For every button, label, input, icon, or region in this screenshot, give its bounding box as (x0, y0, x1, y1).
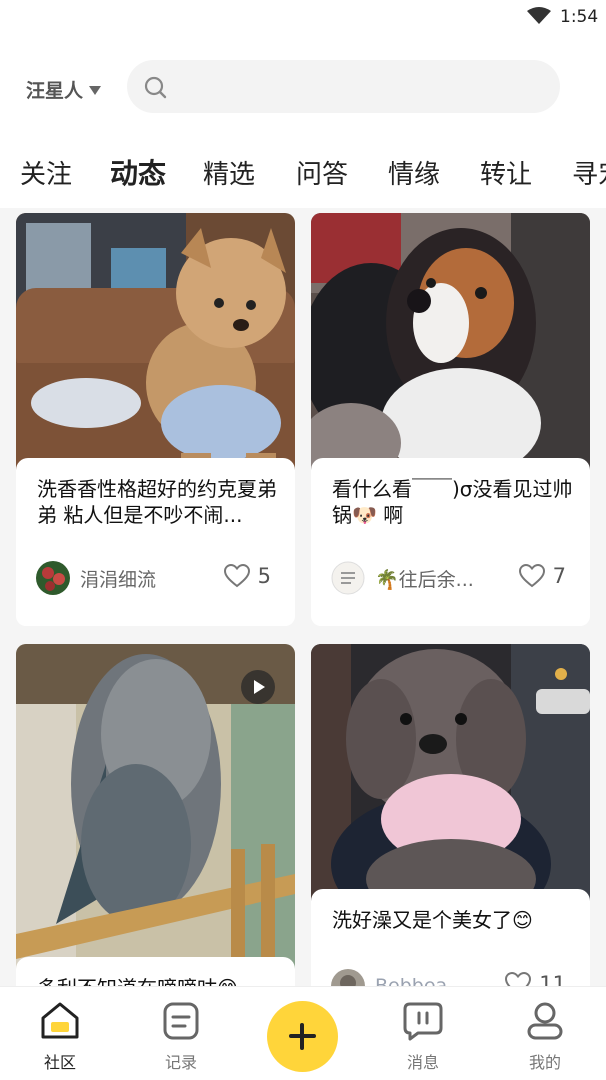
post-photo[interactable] (16, 213, 295, 473)
app-screen: 1:54 汪星人 关注 动态 精选 问答 情缘 转让 寻宠 (0, 0, 606, 1080)
post-card[interactable]: 看什么看￣￣)σ没看见过帅锅🐶 啊 🌴往后余... 7 (311, 213, 590, 626)
header: 汪星人 (0, 58, 606, 116)
post-caption: 看什么看￣￣)σ没看见过帅锅🐶 啊 (332, 477, 573, 527)
post-caption: 洗好澡又是个美女了😊 (332, 908, 533, 932)
like-button[interactable]: 5 (223, 564, 271, 588)
post-author[interactable]: 涓涓细流 (36, 561, 156, 595)
tab-qa[interactable]: 问答 (296, 154, 348, 191)
status-time: 1:54 (560, 7, 599, 27)
nav-label: 我的 (528, 1053, 561, 1072)
like-count: 5 (257, 564, 271, 588)
post-card[interactable]: 多利不知道在嘀嘀咕😊 (16, 644, 295, 988)
nav-community[interactable]: 社区 (20, 1001, 100, 1073)
add-post-button[interactable] (267, 1001, 338, 1072)
nav-label: 记录 (164, 1053, 197, 1072)
status-bar: 1:54 (0, 0, 606, 34)
search-icon (144, 76, 167, 99)
avatar[interactable] (36, 561, 70, 595)
heart-icon (518, 564, 545, 588)
post-card[interactable]: 洗香香性格超好的约克夏弟弟 粘人但是不吵不闹... 涓涓细流 5 (16, 213, 295, 626)
record-icon (163, 1002, 199, 1040)
tab-transfer[interactable]: 转让 (480, 154, 532, 191)
post-card[interactable]: 洗好澡又是个美女了😊 Bebbea 11 (311, 644, 590, 988)
heart-icon (223, 564, 250, 588)
category-selector[interactable]: 汪星人 (26, 76, 102, 103)
category-tabs: 关注 动态 精选 问答 情缘 转让 寻宠 (0, 150, 606, 196)
message-icon (403, 1002, 443, 1041)
post-photo[interactable] (311, 213, 590, 473)
post-photo[interactable] (311, 644, 590, 914)
tab-lost-pet[interactable]: 寻宠 (572, 154, 606, 191)
nav-messages[interactable]: 消息 (383, 1001, 463, 1073)
nav-profile[interactable]: 我的 (505, 1001, 585, 1073)
post-body: 多利不知道在嘀嘀咕😊 (16, 957, 295, 988)
post-author[interactable]: 🌴往后余... (331, 561, 474, 595)
search-input[interactable] (127, 60, 560, 113)
author-name: 🌴往后余... (375, 568, 474, 591)
post-body: 洗香香性格超好的约克夏弟弟 粘人但是不吵不闹... 涓涓细流 5 (16, 458, 295, 626)
wifi-icon (527, 7, 551, 24)
post-body: 洗好澡又是个美女了😊 Bebbea 11 (311, 889, 590, 988)
community-icon (41, 1002, 79, 1039)
like-button[interactable]: 7 (518, 564, 566, 588)
profile-icon (527, 1002, 563, 1040)
nav-label: 社区 (43, 1053, 76, 1072)
tab-match[interactable]: 情缘 (388, 154, 440, 191)
post-caption: 洗香香性格超好的约克夏弟弟 粘人但是不吵不闹... (37, 477, 277, 527)
tab-feed[interactable]: 动态 (110, 152, 166, 192)
tab-follow[interactable]: 关注 (20, 154, 72, 191)
post-body: 看什么看￣￣)σ没看见过帅锅🐶 啊 🌴往后余... 7 (311, 458, 590, 626)
bottom-navigation: 社区 记录 消息 我的 (0, 986, 606, 1080)
play-icon (241, 670, 275, 704)
nav-record[interactable]: 记录 (141, 1001, 221, 1073)
feed[interactable]: 洗香香性格超好的约克夏弟弟 粘人但是不吵不闹... 涓涓细流 5 看什么看￣￣)… (0, 208, 606, 988)
caret-down-icon (89, 86, 102, 95)
tab-featured[interactable]: 精选 (203, 154, 255, 191)
like-count: 7 (552, 564, 566, 588)
author-name: 涓涓细流 (80, 568, 157, 591)
category-label: 汪星人 (26, 80, 84, 102)
nav-label: 消息 (406, 1053, 439, 1072)
avatar[interactable] (331, 561, 365, 595)
